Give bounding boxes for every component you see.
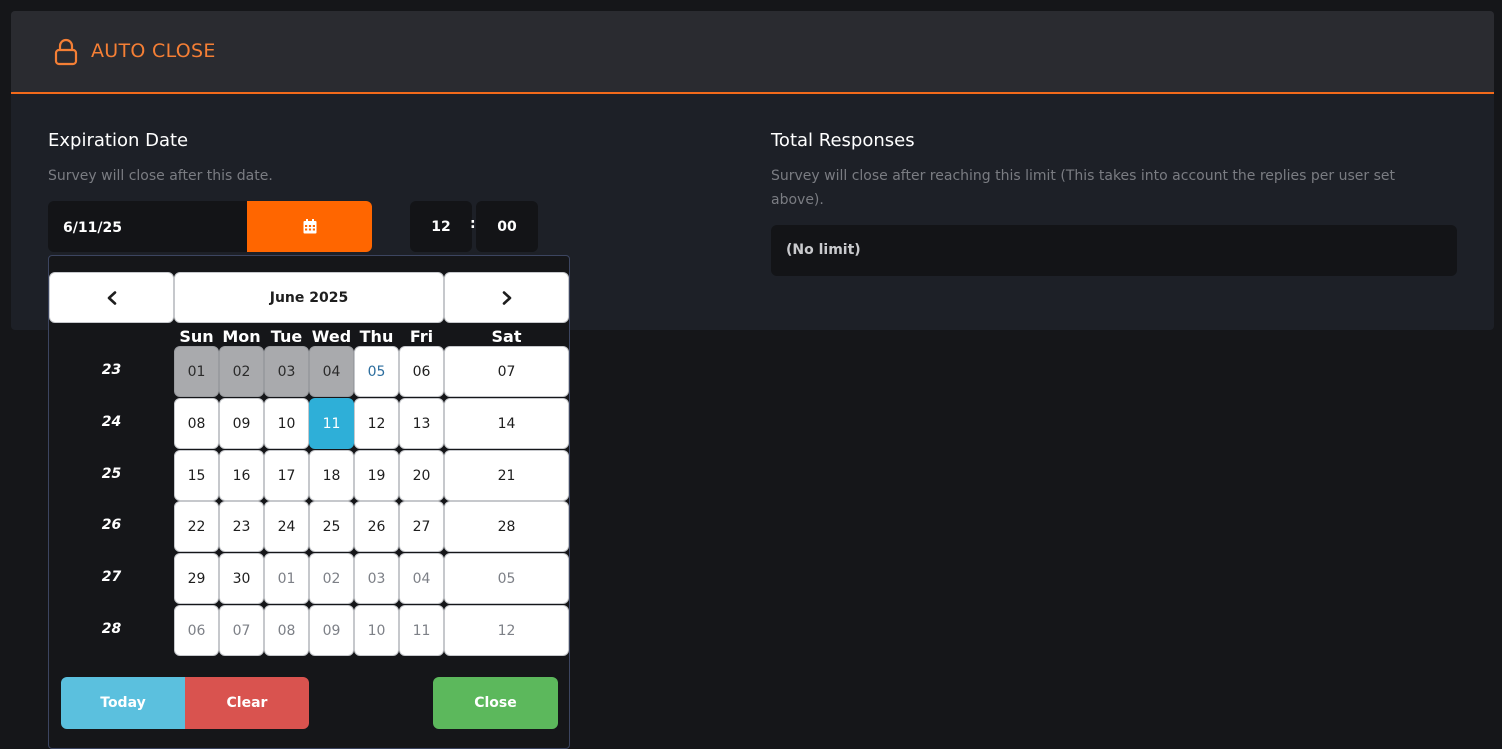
day-cell[interactable]: 04 [399,553,444,604]
weekday-header: Mon [222,327,261,346]
responses-limit-input[interactable]: (No limit) [771,225,1457,276]
day-cell[interactable]: 02 [309,553,354,604]
day-cell: 03 [264,346,309,397]
day-cell[interactable]: 09 [219,398,264,449]
day-cell[interactable]: 27 [399,501,444,552]
day-cell[interactable]: 11 [399,605,444,656]
day-cell[interactable]: 28 [444,501,569,552]
expiration-title: Expiration Date [48,130,189,151]
card-header: AUTO CLOSE [11,11,1494,94]
day-cell[interactable]: 23 [219,501,264,552]
day-cell: 01 [174,346,219,397]
week-number: 26 [101,517,122,533]
day-cell[interactable]: 07 [444,346,569,397]
day-cell[interactable]: 15 [174,450,219,501]
weekday-header: Thu [359,327,394,346]
day-cell[interactable]: 10 [264,398,309,449]
today-button[interactable]: Today [61,677,185,729]
day-cell[interactable]: 14 [444,398,569,449]
month-year-label[interactable]: June 2025 [174,272,444,323]
lock-icon [54,38,78,66]
next-month-button[interactable] [444,272,569,323]
day-cell[interactable]: 30 [219,553,264,604]
week-number: 24 [101,414,122,430]
expiration-description: Survey will close after this date. [48,168,273,184]
day-cell[interactable]: 26 [354,501,399,552]
prev-month-button[interactable] [49,272,174,323]
day-cell[interactable]: 12 [354,398,399,449]
day-cell[interactable]: 21 [444,450,569,501]
day-cell[interactable]: 22 [174,501,219,552]
day-cell[interactable]: 05 [444,553,569,604]
responses-description: Survey will close after reaching this li… [771,168,1395,208]
day-cell[interactable]: 24 [264,501,309,552]
day-cell[interactable]: 03 [354,553,399,604]
responses-title: Total Responses [771,130,915,151]
weekday-header: Sun [179,327,214,346]
week-number: 25 [101,466,122,482]
day-cell[interactable]: 13 [399,398,444,449]
hour-input[interactable]: 12 [410,201,472,252]
chevron-right-icon [502,290,511,305]
day-cell[interactable]: 09 [309,605,354,656]
week-number: 28 [101,621,122,637]
weekday-header: Fri [409,327,434,346]
day-cell: 02 [219,346,264,397]
day-cell[interactable]: 08 [174,398,219,449]
day-cell[interactable]: 20 [399,450,444,501]
day-cell[interactable]: 18 [309,450,354,501]
week-number: 23 [101,362,122,378]
day-cell[interactable]: 08 [264,605,309,656]
expiration-date-input[interactable]: 6/11/25 [48,201,247,252]
weekday-header: Wed [311,327,352,346]
day-cell[interactable]: 19 [354,450,399,501]
day-cell[interactable]: 01 [264,553,309,604]
close-button[interactable]: Close [433,677,558,729]
day-cell[interactable]: 25 [309,501,354,552]
minute-input[interactable]: 00 [476,201,538,252]
day-cell[interactable]: 06 [174,605,219,656]
week-number: 27 [101,569,122,585]
card-title: AUTO CLOSE [91,40,216,62]
calendar-button[interactable] [247,201,372,252]
weekday-header: Tue [270,327,303,346]
calendar-icon [303,219,316,234]
datepicker-popup: June 2025 Sun Mon Tue Wed Thu Fri Sat 23 01 02 03… [48,255,570,749]
day-cell[interactable]: 07 [219,605,264,656]
chevron-left-icon [107,290,116,305]
day-cell[interactable]: 29 [174,553,219,604]
day-cell[interactable]: 11 [309,398,354,449]
day-cell[interactable]: 05 [354,346,399,397]
day-cell[interactable]: 06 [399,346,444,397]
clear-button[interactable]: Clear [185,677,309,729]
day-cell[interactable]: 10 [354,605,399,656]
day-cell: 04 [309,346,354,397]
day-cell[interactable]: 12 [444,605,569,656]
weekday-header: Sat [491,327,522,346]
time-separator: : [470,216,476,232]
day-cell[interactable]: 17 [264,450,309,501]
day-cell[interactable]: 16 [219,450,264,501]
